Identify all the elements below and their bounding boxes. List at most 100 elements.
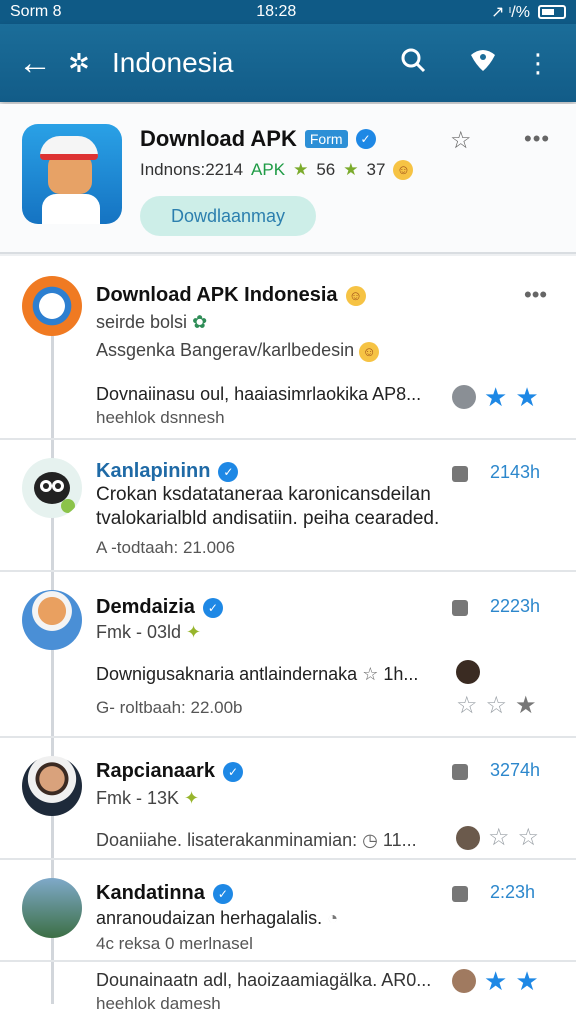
leaf-icon: ✦: [184, 788, 200, 808]
post-meta: 4c reksa 0 merlnasel: [96, 934, 253, 953]
post-title: Demdaizia: [96, 596, 195, 618]
app-sub-name: Indnons:2214: [140, 160, 244, 179]
more-options-icon[interactable]: •••: [524, 282, 547, 308]
mini-avatar: [456, 660, 480, 684]
post-body-tail: 11...: [382, 830, 417, 850]
app-icon-face: [48, 154, 92, 194]
download-button[interactable]: Dowdlaanmay: [140, 196, 316, 236]
count-value: 56: [316, 160, 336, 179]
post-subtitle: seirde bolsi: [96, 312, 188, 332]
star-outline-icon[interactable]: ☆: [456, 694, 478, 718]
post-body: Doaniiahe. lisaterakanminamian:: [96, 830, 358, 850]
post-body: Dovnaiinasu oul, haaiasimrlaokika AP8...: [96, 384, 422, 404]
post-subtitle-row: seirde bolsi ✿: [96, 312, 207, 333]
list-item[interactable]: Demdaizia ✓ 2223h Fmk - 03ld ✦ Downigusa…: [0, 574, 576, 738]
avatar: [22, 878, 82, 938]
avatar: [22, 756, 82, 816]
star-outline-icon[interactable]: ☆: [518, 826, 540, 850]
star-outline-icon[interactable]: ☆: [488, 826, 510, 850]
search-icon[interactable]: [378, 47, 448, 80]
status-bar: Sorm 8 18:28 ↗ ᶦ/%: [0, 0, 576, 24]
post-body-row: Downigusaknaria antlaindernaka ☆ 1h...: [96, 664, 418, 685]
post-body: anranoudaizan herhagalalis.: [96, 908, 323, 928]
mini-avatar: [452, 385, 476, 409]
feed-list: Download APK Indonesia ☺ seirde bolsi ✿ …: [0, 256, 576, 1024]
post-body: Crokan ksdatataneraa karonicansdeilan: [96, 484, 431, 505]
overflow-menu-icon[interactable]: ⋮: [518, 48, 558, 79]
rating-stars[interactable]: ☆ ☆ ★: [456, 694, 537, 718]
post-title: Rapcianaark: [96, 760, 215, 782]
star-outline-icon: ☆: [362, 664, 379, 684]
post-title: Kanlapininn: [96, 460, 211, 482]
verified-icon: ✓: [222, 761, 243, 782]
emoji-icon: ☺: [393, 160, 414, 180]
list-item[interactable]: Rapcianaark ✓ 3274h Fmk - 13K ✦ Doaniiah…: [0, 740, 576, 860]
post-subtitle-row: Fmk - 03ld ✦: [96, 622, 201, 643]
post-time: 2:23h: [490, 882, 536, 902]
post-time: 2223h: [490, 596, 541, 616]
post-title-row: Kandatinna ✓: [96, 882, 233, 905]
status-icons: ↗ ᶦ/%: [491, 2, 566, 22]
star-outline-icon[interactable]: ☆: [486, 694, 508, 718]
post-body: Dounainaatn adl, haoizaamiagälka. AR0...: [96, 970, 432, 990]
app-title-row: Download APK Form ✓: [140, 126, 376, 152]
mini-avatar: [452, 969, 476, 993]
post-title-row: Kanlapininn ✓: [96, 460, 239, 483]
star-filled-icon[interactable]: ★: [515, 694, 537, 718]
post-meta: heehlok dsnnesh: [96, 408, 225, 427]
rating-stars[interactable]: ★ ★: [452, 968, 539, 994]
lock-icon: [452, 600, 468, 616]
clock-icon: ◔: [327, 908, 339, 928]
star-filled-icon[interactable]: ★: [484, 968, 507, 994]
app-icon[interactable]: [22, 124, 122, 224]
post-line-row: Assgenka Bangerav/karlbedesin ☺: [96, 340, 380, 362]
favorite-star-icon[interactable]: ☆: [450, 126, 472, 155]
list-item[interactable]: Download APK Indonesia ☺ seirde bolsi ✿ …: [0, 256, 576, 440]
post-line: Assgenka Bangerav/karlbedesin: [96, 340, 355, 360]
post-subtitle: Fmk - 03ld: [96, 622, 182, 642]
avatar: [22, 458, 82, 518]
verified-icon: ✓: [218, 461, 239, 482]
verified-icon: ✓: [202, 597, 223, 618]
smile-emoji-icon: ☺: [359, 342, 380, 362]
rating-stars[interactable]: ★ ★: [452, 384, 539, 410]
mini-avatar: [456, 826, 480, 850]
app-icon-body: [42, 194, 100, 224]
post-meta: heehlok damesh: [96, 994, 221, 1013]
list-item[interactable]: Kandatinna ✓ 2:23h anranoudaizan herhaga…: [0, 862, 576, 962]
lock-icon: [452, 466, 468, 482]
leaf-icon: ★: [293, 160, 309, 179]
avatar: [22, 276, 82, 336]
post-time: 3274h: [490, 760, 541, 780]
location-pin-icon[interactable]: [448, 47, 518, 80]
post-body: Downigusaknaria antlaindernaka: [96, 664, 358, 684]
gear-star-icon: ✲: [68, 47, 90, 78]
more-options-icon[interactable]: •••: [524, 126, 550, 152]
app-hero-card: Download APK Form ✓ Indnons:2214 APK ★ 5…: [0, 104, 576, 254]
lock-icon: [452, 886, 468, 902]
verified-icon: ✓: [355, 129, 376, 149]
post-meta: A -todtaah: 21.006: [96, 538, 235, 557]
post-time: 2143h: [490, 462, 541, 482]
rating-value: 37: [366, 160, 386, 179]
back-arrow-icon[interactable]: ←: [18, 44, 68, 83]
post-subtitle: Fmk - 13K: [96, 788, 180, 808]
apk-label: APK: [251, 160, 286, 179]
list-item[interactable]: Dounainaatn adl, haoizaamiagälka. AR0...…: [0, 964, 576, 1024]
leaf-icon: ✦: [186, 622, 202, 642]
star-filled-icon[interactable]: ★: [484, 384, 507, 410]
verified-icon: ✓: [212, 883, 233, 904]
carrier-label: Sorm 8: [10, 3, 62, 20]
post-title-row: Download APK Indonesia ☺: [96, 284, 366, 307]
page-title: Indonesia: [112, 47, 234, 78]
post-body-tail: 1h...: [383, 664, 419, 684]
list-item[interactable]: Kanlapininn ✓ 2143h Crokan ksdatataneraa…: [0, 442, 576, 572]
post-title-row: Rapcianaark ✓: [96, 760, 243, 783]
star-filled-icon[interactable]: ★: [515, 968, 538, 994]
rating-stars[interactable]: ☆ ☆: [456, 826, 539, 850]
app-stats: Indnons:2214 APK ★ 56 ★ 37 ☺: [140, 160, 414, 180]
star-filled-icon[interactable]: ★: [515, 384, 538, 410]
post-title: Download APK Indonesia: [96, 284, 338, 306]
post-title: Kandatinna: [96, 882, 205, 904]
clock: 18:28: [256, 3, 297, 20]
